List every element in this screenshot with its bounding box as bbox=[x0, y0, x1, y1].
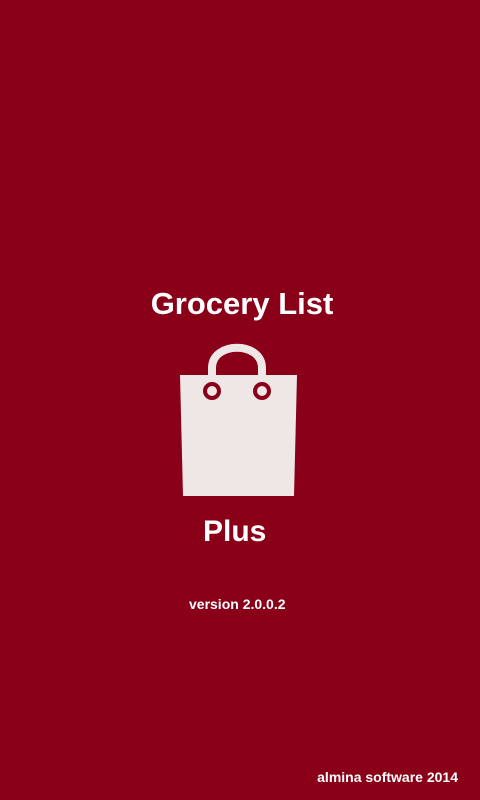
version-label: version 2.0.0.2 bbox=[189, 596, 286, 612]
shopping-bag-icon bbox=[178, 336, 300, 500]
splash-screen: Grocery List Plus version 2.0.0.2 almina… bbox=[0, 0, 480, 800]
app-subtitle: Plus bbox=[203, 515, 267, 548]
company-label: almina software 2014 bbox=[317, 769, 458, 785]
app-title: Grocery List bbox=[150, 286, 334, 321]
